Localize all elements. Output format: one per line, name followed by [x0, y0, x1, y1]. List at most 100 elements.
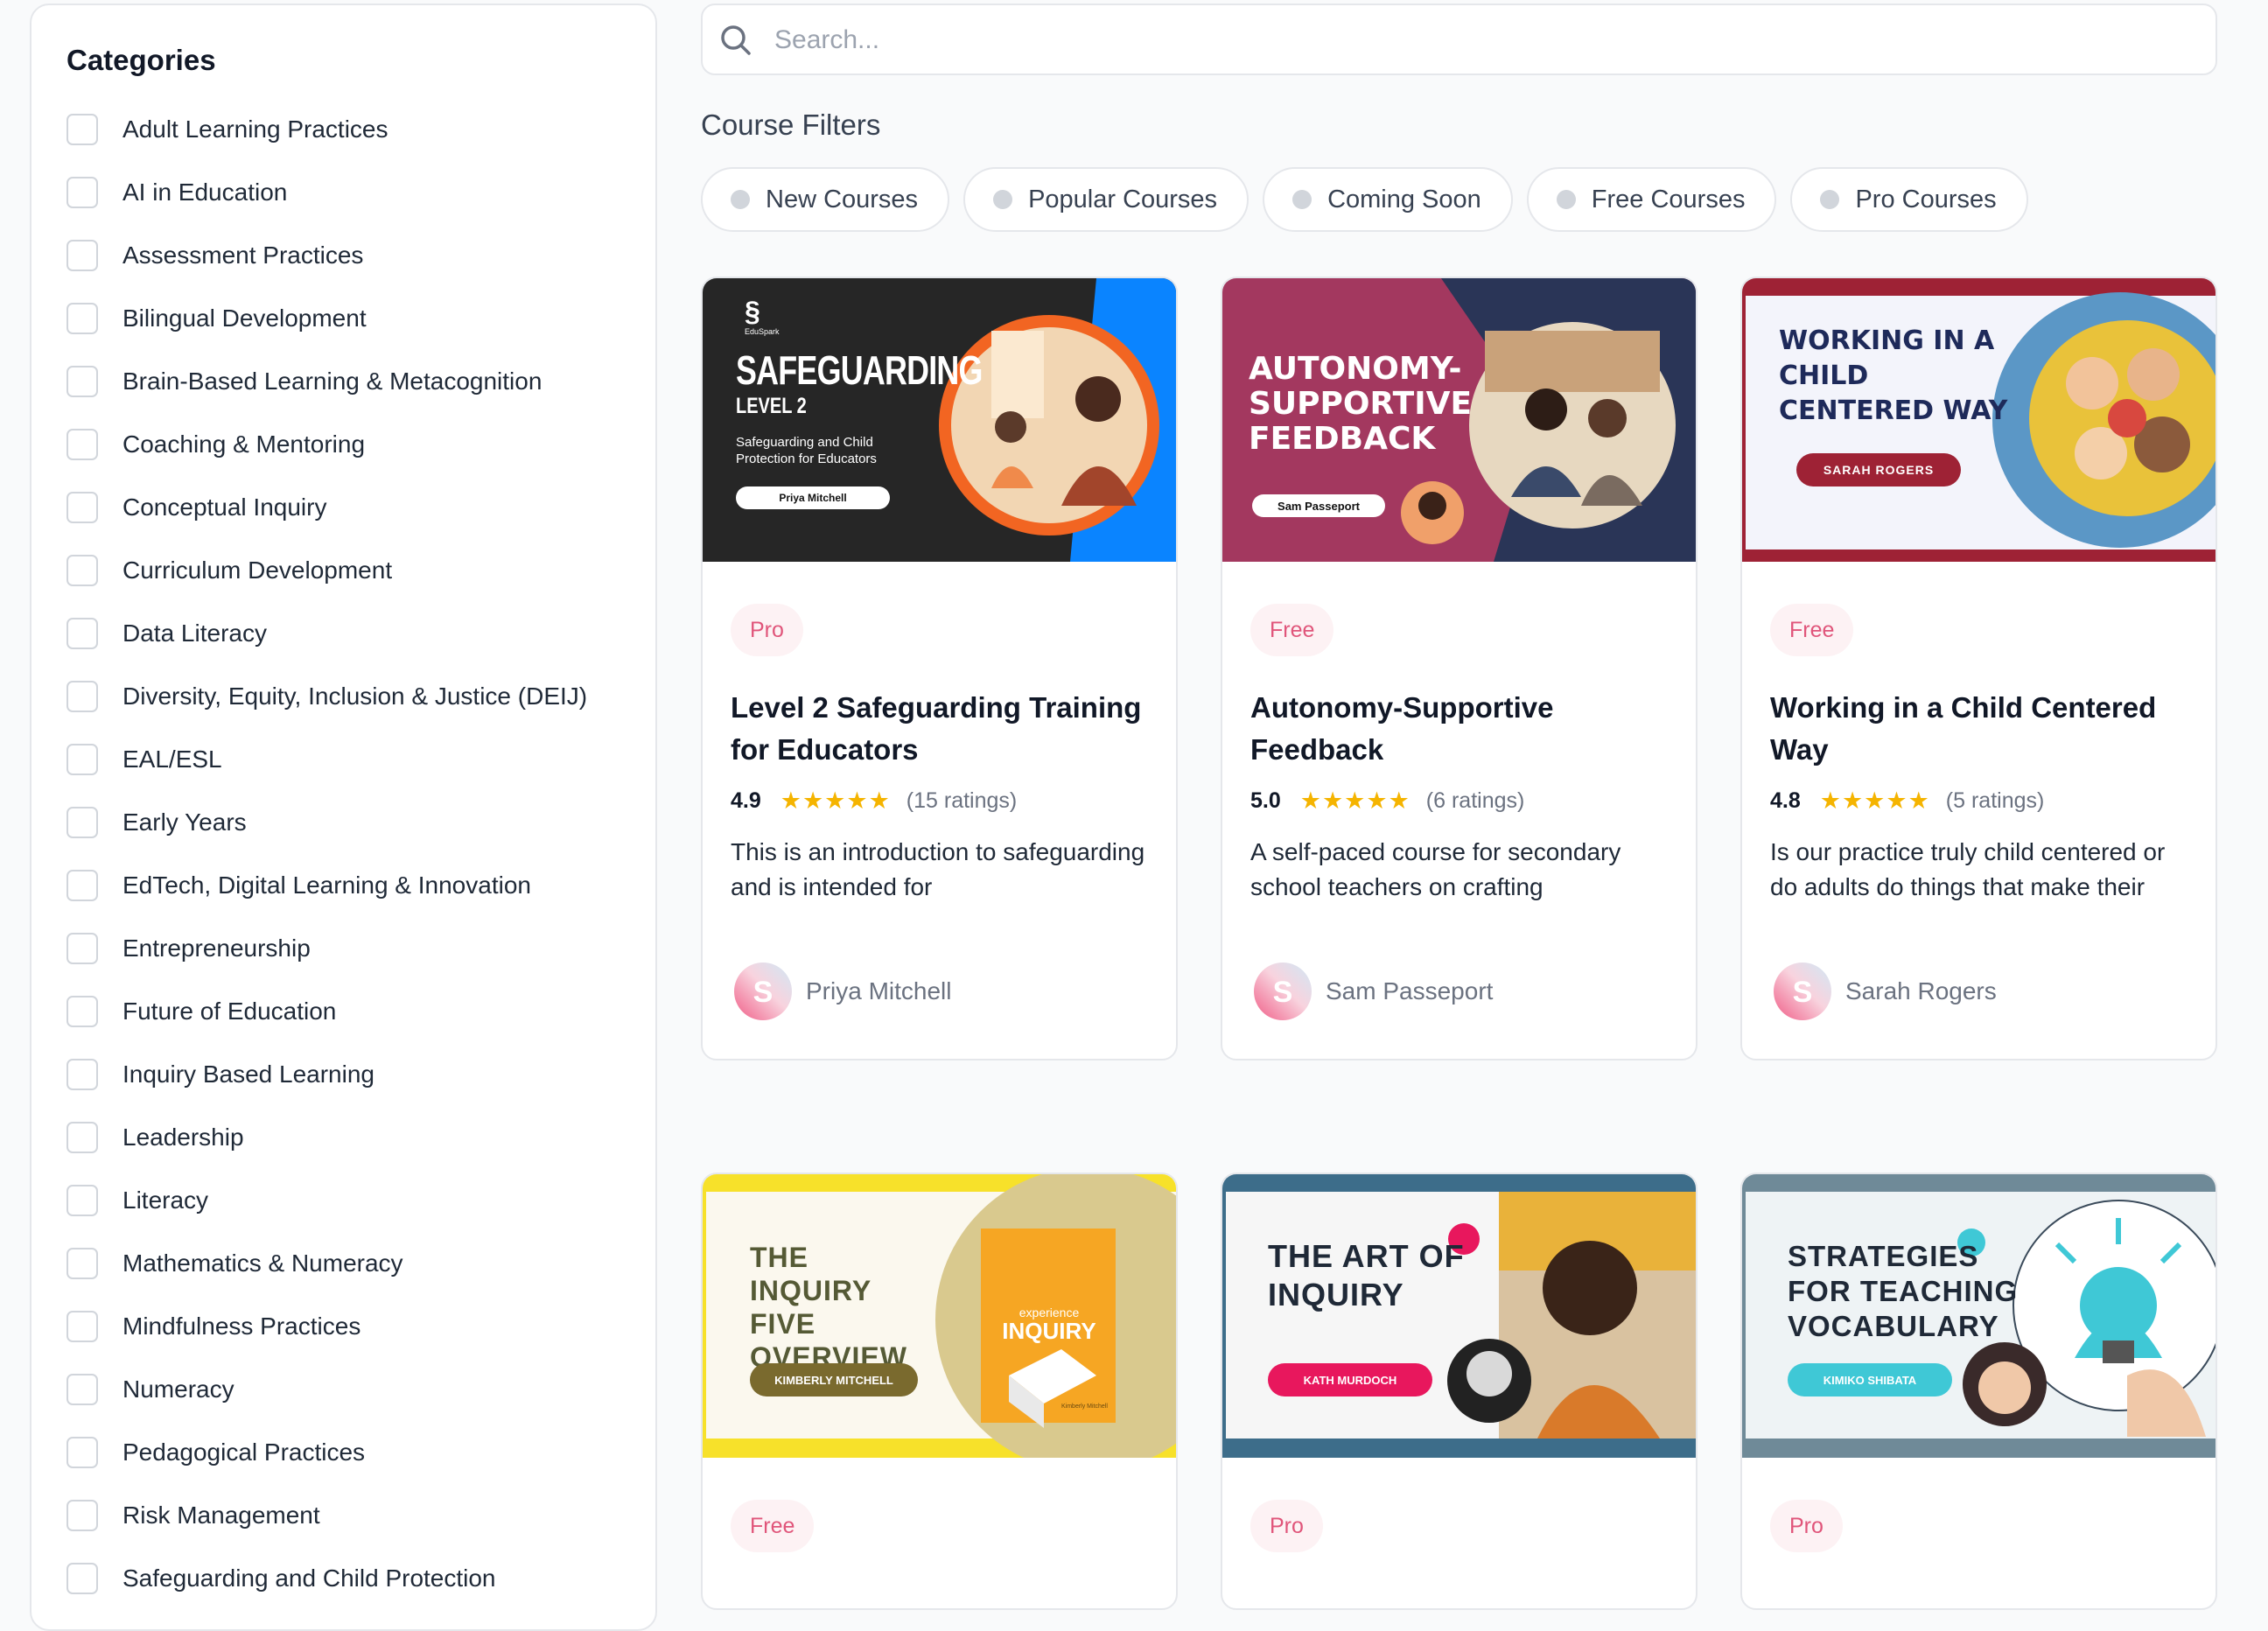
- filter-chips: New Courses Popular Courses Coming Soon …: [701, 167, 2028, 232]
- category-label: Pedagogical Practices: [122, 1438, 366, 1466]
- category-checkbox[interactable]: [66, 744, 98, 775]
- category-label: Leadership: [122, 1124, 244, 1151]
- course-description: A self-paced course for secondary school…: [1250, 838, 1621, 900]
- category-checkbox[interactable]: [66, 1248, 98, 1279]
- category-item[interactable]: Brain-Based Learning & Metacognition: [66, 350, 587, 413]
- category-item[interactable]: Risk Management: [66, 1484, 587, 1547]
- category-checkbox[interactable]: [66, 996, 98, 1027]
- category-label: Entrepreneurship: [122, 934, 311, 962]
- thumbnail-heading: STRATEGIES FOR TEACHING VOCABULARY: [1788, 1239, 2018, 1344]
- thumbnail-subheading: LEVEL 2: [736, 394, 807, 418]
- category-item[interactable]: Leadership: [66, 1106, 587, 1169]
- course-title[interactable]: Level 2 Safeguarding Training for Educat…: [731, 687, 1142, 771]
- course-author[interactable]: S Sam Passeport: [1250, 959, 1493, 1024]
- category-checkbox[interactable]: [66, 681, 98, 712]
- category-item[interactable]: Curriculum Development: [66, 539, 587, 602]
- thumbnail-heading-line: CENTERED WAY: [1779, 396, 2008, 426]
- category-checkbox[interactable]: [66, 1500, 98, 1531]
- course-thumbnail: WORKING IN A CHILD CENTERED WAY SARAH RO…: [1742, 278, 2216, 562]
- filter-chip-pro-courses[interactable]: Pro Courses: [1790, 167, 2028, 232]
- category-label: EAL/ESL: [122, 746, 222, 773]
- category-checkbox[interactable]: [66, 807, 98, 838]
- course-card-autonomy-feedback[interactable]: AUTONOMY- SUPPORTIVE FEEDBACK Sam Passep…: [1221, 276, 1698, 1060]
- course-author[interactable]: S Priya Mitchell: [731, 959, 951, 1024]
- thumbnail-heading-line: FEEDBACK: [1249, 421, 1436, 457]
- category-item[interactable]: Data Literacy: [66, 602, 587, 665]
- thumbnail-heading-line: INQUIRY: [1268, 1277, 1404, 1312]
- category-item[interactable]: Adult Learning Practices: [66, 98, 587, 161]
- thumbnail-heading: THE INQUIRY FIVE OVERVIEW: [750, 1241, 907, 1374]
- category-checkbox[interactable]: [66, 1374, 98, 1405]
- thumbnail-author-tag: Priya Mitchell: [736, 486, 890, 509]
- thumbnail-author-tag: KIMIKO SHIBATA: [1788, 1363, 1952, 1396]
- category-checkbox[interactable]: [66, 933, 98, 964]
- category-item[interactable]: Assessment Practices: [66, 224, 587, 287]
- filter-chip-free-courses[interactable]: Free Courses: [1526, 167, 1777, 232]
- category-item[interactable]: Conceptual Inquiry: [66, 476, 587, 539]
- category-label: Numeracy: [122, 1376, 234, 1403]
- course-author[interactable]: S Sarah Rogers: [1770, 959, 1997, 1024]
- svg-text:S: S: [1273, 976, 1293, 1009]
- category-checkbox[interactable]: [66, 1059, 98, 1090]
- category-checkbox[interactable]: [66, 240, 98, 271]
- star-rating-icon: ★★★★★: [1299, 788, 1410, 814]
- category-checkbox[interactable]: [66, 303, 98, 334]
- category-item[interactable]: Coaching & Mentoring: [66, 413, 587, 476]
- rating-value: 4.8: [1770, 788, 1801, 813]
- course-thumbnail: experience INQUIRY Kimberly Mitchell THE…: [703, 1174, 1176, 1458]
- category-item[interactable]: EAL/ESL: [66, 728, 587, 791]
- category-checkbox[interactable]: [66, 1122, 98, 1153]
- thumbnail-heading-line: VOCABULARY: [1788, 1310, 1999, 1342]
- category-item[interactable]: EdTech, Digital Learning & Innovation: [66, 854, 587, 917]
- category-checkbox[interactable]: [66, 1437, 98, 1468]
- category-item[interactable]: Early Years: [66, 791, 587, 854]
- category-checkbox[interactable]: [66, 492, 98, 523]
- category-checkbox[interactable]: [66, 429, 98, 460]
- category-item[interactable]: Numeracy: [66, 1358, 587, 1421]
- category-item[interactable]: Mindfulness Practices: [66, 1295, 587, 1358]
- category-checkbox[interactable]: [66, 555, 98, 586]
- category-checkbox[interactable]: [66, 366, 98, 397]
- category-item[interactable]: Safeguarding and Child Protection: [66, 1547, 587, 1610]
- search-input[interactable]: [773, 5, 2176, 75]
- course-card-safeguarding[interactable]: § EduSpark SAFEGUARDING LEVEL 2 Safeguar…: [701, 276, 1178, 1060]
- rating-value: 5.0: [1250, 788, 1281, 813]
- category-item[interactable]: Diversity, Equity, Inclusion & Justice (…: [66, 665, 587, 728]
- category-checkbox[interactable]: [66, 1563, 98, 1594]
- thumbnail-heading: AUTONOMY- SUPPORTIVE FEEDBACK: [1249, 352, 1472, 457]
- filter-chip-popular-courses[interactable]: Popular Courses: [963, 167, 1250, 232]
- category-checkbox[interactable]: [66, 618, 98, 649]
- category-item[interactable]: Entrepreneurship: [66, 917, 587, 980]
- course-card-child-centered[interactable]: WORKING IN A CHILD CENTERED WAY SARAH RO…: [1740, 276, 2217, 1060]
- category-item[interactable]: Literacy: [66, 1169, 587, 1232]
- category-label: Bilingual Development: [122, 304, 367, 332]
- thumbnail-heading-line: STRATEGIES: [1788, 1240, 1979, 1272]
- course-card-art-of-inquiry[interactable]: THE ART OF INQUIRY KATH MURDOCH Pro: [1221, 1172, 1698, 1610]
- course-title[interactable]: Autonomy-Supportive Feedback: [1250, 687, 1662, 771]
- category-item[interactable]: AI in Education: [66, 161, 587, 224]
- category-label: Safeguarding and Child Protection: [122, 1564, 496, 1592]
- category-label: Literacy: [122, 1186, 209, 1214]
- thumbnail-author-tag: KIMBERLY MITCHELL: [750, 1363, 918, 1396]
- rating-row: 5.0 ★★★★★ (6 ratings): [1250, 788, 1524, 815]
- category-checkbox[interactable]: [66, 114, 98, 145]
- filter-chip-coming-soon[interactable]: Coming Soon: [1263, 167, 1513, 232]
- category-checkbox[interactable]: [66, 177, 98, 208]
- filter-chip-new-courses[interactable]: New Courses: [701, 167, 950, 232]
- category-checkbox[interactable]: [66, 870, 98, 901]
- category-item[interactable]: Pedagogical Practices: [66, 1421, 587, 1484]
- course-card-teaching-vocabulary[interactable]: STRATEGIES FOR TEACHING VOCABULARY KIMIK…: [1740, 1172, 2217, 1610]
- category-checkbox[interactable]: [66, 1185, 98, 1216]
- category-item[interactable]: Bilingual Development: [66, 287, 587, 350]
- filter-chip-label: New Courses: [766, 185, 919, 214]
- thumbnail-illustration: [939, 278, 1176, 562]
- pro-badge: Pro: [731, 604, 803, 656]
- category-item[interactable]: Future of Education: [66, 980, 587, 1043]
- search-bar[interactable]: [701, 4, 2217, 75]
- category-item[interactable]: Mathematics & Numeracy: [66, 1232, 587, 1295]
- category-checkbox[interactable]: [66, 1311, 98, 1342]
- search-icon: [721, 25, 751, 55]
- course-title[interactable]: Working in a Child Centered Way: [1770, 687, 2181, 771]
- course-card-inquiry-five[interactable]: experience INQUIRY Kimberly Mitchell THE…: [701, 1172, 1178, 1610]
- category-item[interactable]: Inquiry Based Learning: [66, 1043, 587, 1106]
